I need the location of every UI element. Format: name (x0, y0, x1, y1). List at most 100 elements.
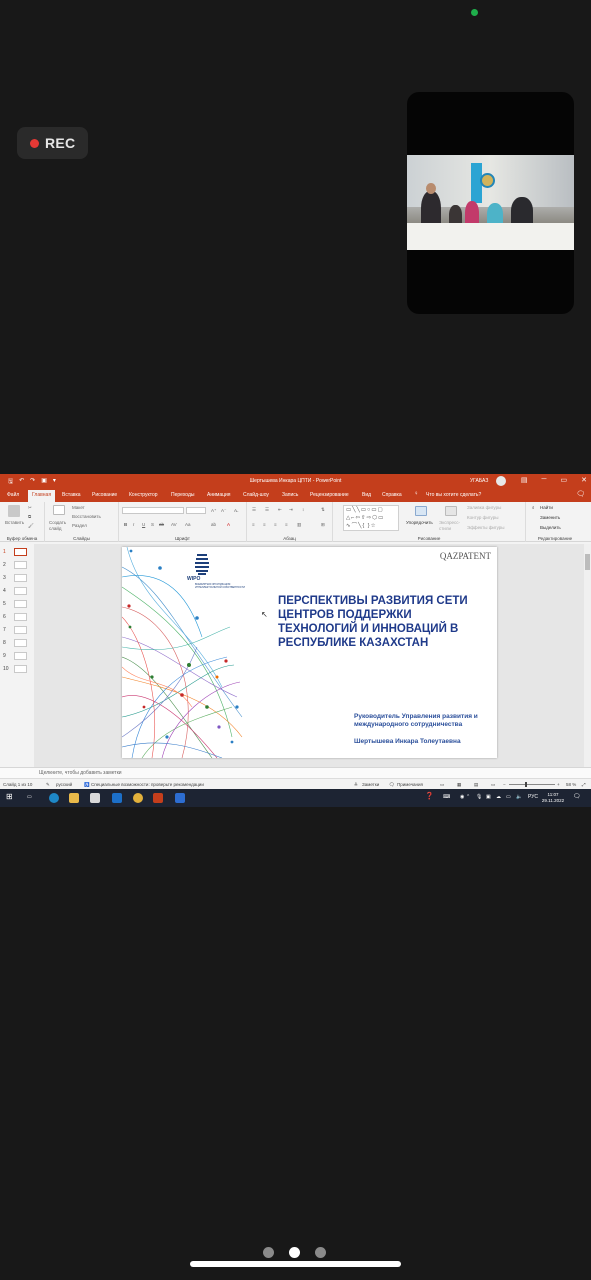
task-view-icon[interactable]: ▭ (27, 794, 32, 800)
justify-icon[interactable]: ≡ (285, 522, 288, 527)
section-button[interactable]: Раздел (72, 523, 87, 528)
keyboard-icon[interactable]: ⌨ (443, 794, 450, 800)
align-right-icon[interactable]: ≡ (274, 522, 277, 527)
home-indicator[interactable] (190, 1261, 401, 1267)
thumbnail-slide-4[interactable]: 4 (3, 586, 31, 597)
italic-icon[interactable]: I (133, 522, 134, 527)
notes-icon[interactable]: ≜ (354, 782, 358, 788)
align-center-icon[interactable]: ≡ (263, 522, 266, 527)
font-color-icon[interactable]: A (227, 522, 230, 527)
input-language[interactable]: РУС (528, 794, 538, 800)
help-icon[interactable]: ❓ (425, 792, 434, 800)
select-button[interactable]: Выделить (540, 525, 561, 530)
store-icon[interactable] (90, 793, 100, 803)
find-icon[interactable]: ⌕ (532, 505, 535, 510)
tab-transitions[interactable]: Переходы (171, 492, 194, 498)
new-slide-icon[interactable] (53, 505, 65, 515)
text-direction-icon[interactable]: ⇅ (321, 507, 325, 513)
thumbnail-slide-6[interactable]: 6 (3, 612, 31, 623)
spacing-icon[interactable]: AV (171, 522, 177, 527)
tab-insert[interactable]: Вставка (62, 492, 81, 498)
increase-font-icon[interactable]: A⁺ (211, 508, 216, 514)
find-button[interactable]: Найти (540, 505, 553, 510)
windows-start-icon[interactable]: ⊞ (6, 792, 13, 801)
tab-home[interactable]: Главная (28, 490, 56, 502)
close-button[interactable]: ✕ (581, 476, 587, 484)
chrome-icon[interactable] (133, 793, 143, 803)
smartart-icon[interactable]: ⊞ (321, 522, 325, 528)
tab-record[interactable]: Запись (282, 492, 298, 498)
cloud-icon[interactable]: ☁ (496, 794, 501, 800)
normal-view-icon[interactable]: ▭ (440, 782, 444, 788)
tray-icon[interactable]: ▣ (486, 794, 491, 800)
notes-button[interactable]: Заметки (362, 782, 379, 787)
font-size-select[interactable] (186, 507, 206, 514)
minimize-button[interactable]: ─ (542, 476, 547, 484)
strikethrough-icon[interactable]: ab (159, 522, 164, 527)
change-case-icon[interactable]: Aa (185, 522, 191, 527)
align-left-icon[interactable]: ≡ (252, 522, 255, 527)
file-explorer-icon[interactable] (69, 793, 79, 803)
mail-icon[interactable] (112, 793, 122, 803)
highlight-icon[interactable]: ab (211, 522, 216, 527)
tab-view[interactable]: Вид (362, 492, 371, 498)
slideshow-view-icon[interactable]: ▭ (491, 782, 495, 788)
columns-icon[interactable]: ▥ (297, 522, 301, 528)
bullets-icon[interactable]: ☰ (252, 507, 256, 513)
zoom-level[interactable]: 58 % (566, 782, 576, 787)
paste-button[interactable]: Вставить (5, 520, 24, 525)
fit-slide-icon[interactable]: ⤢ (582, 782, 586, 787)
mic-icon[interactable]: 🎙 (476, 794, 482, 800)
edge-icon[interactable] (49, 793, 59, 803)
shape-outline-button[interactable]: Контур фигуры (467, 515, 498, 520)
notes-pane[interactable]: Щелкните, чтобы добавить заметки (0, 767, 591, 778)
reset-button[interactable]: Восстановить (72, 514, 101, 519)
zoom-out-icon[interactable]: − (503, 782, 506, 787)
increase-indent-icon[interactable]: ⇥ (289, 507, 293, 513)
tab-design[interactable]: Конструктор (129, 492, 158, 498)
zoom-slider[interactable] (509, 784, 555, 785)
zoom-app-icon[interactable] (175, 793, 185, 803)
arrange-button[interactable]: Упорядочить (406, 520, 433, 525)
tab-slideshow[interactable]: Слайд-шоу (243, 492, 269, 498)
copy-icon[interactable]: ⧉ (28, 514, 31, 519)
location-icon[interactable]: ◉ (460, 794, 464, 800)
network-icon[interactable]: ▭ (506, 794, 511, 800)
page-dot-2[interactable] (289, 1247, 300, 1258)
avatar[interactable] (496, 476, 506, 486)
spelling-icon[interactable]: ✎ (46, 782, 50, 788)
thumbnail-slide-1[interactable]: 1 (3, 547, 31, 558)
clear-formatting-icon[interactable]: A̶ (234, 508, 237, 513)
tell-me-search[interactable]: Что вы хотите сделать? (426, 492, 481, 498)
current-slide[interactable]: WIPO ВСЕМИРНАЯ ОРГАНИЗАЦИЯ ИНТЕЛЛЕКТУАЛЬ… (122, 547, 497, 758)
thumbnail-slide-10[interactable]: 10 (3, 664, 31, 675)
show-hidden-icon[interactable]: ⌃ (466, 794, 470, 800)
shape-fill-button[interactable]: Заливка фигуры (467, 505, 501, 510)
user-name[interactable]: УГАБАЗ (470, 478, 488, 484)
decrease-font-icon[interactable]: A⁻ (221, 508, 226, 514)
thumbnail-slide-5[interactable]: 5 (3, 599, 31, 610)
accessibility-status[interactable]: Специальные возможности: проверьте реком… (91, 782, 204, 787)
replace-button[interactable]: Заменить (540, 515, 560, 520)
ribbon-display-icon[interactable]: ▤ (521, 476, 528, 484)
line-spacing-icon[interactable]: ↕ (302, 507, 304, 512)
participant-video-tile[interactable] (407, 92, 574, 314)
notifications-icon[interactable]: 🗨 (573, 793, 581, 800)
page-dot-3[interactable] (315, 1247, 326, 1258)
comments-status-icon[interactable]: 🗨 (389, 782, 395, 788)
vertical-scrollbar[interactable] (584, 544, 591, 767)
page-dot-1[interactable] (263, 1247, 274, 1258)
shape-effects-button[interactable]: Эффекты фигуры (467, 525, 505, 530)
language-status[interactable]: русский (56, 782, 72, 787)
shapes-gallery[interactable]: ▭╲╲▭○▭▢ △⌐⇦⇧⇨⬡▭ ∿⌒╲{ }☆ (343, 505, 399, 531)
thumbnail-slide-3[interactable]: 3 (3, 573, 31, 584)
numbering-icon[interactable]: ☰ (265, 507, 269, 513)
tab-help[interactable]: Справка (382, 492, 402, 498)
shadow-icon[interactable]: S (151, 522, 154, 527)
thumbnail-slide-8[interactable]: 8 (3, 638, 31, 649)
comments-button[interactable]: Примечания (397, 782, 423, 787)
layout-button[interactable]: Макет (72, 505, 85, 510)
powerpoint-icon[interactable] (153, 793, 163, 803)
slide-sorter-icon[interactable]: ▦ (457, 782, 461, 788)
paste-icon[interactable] (8, 505, 20, 517)
